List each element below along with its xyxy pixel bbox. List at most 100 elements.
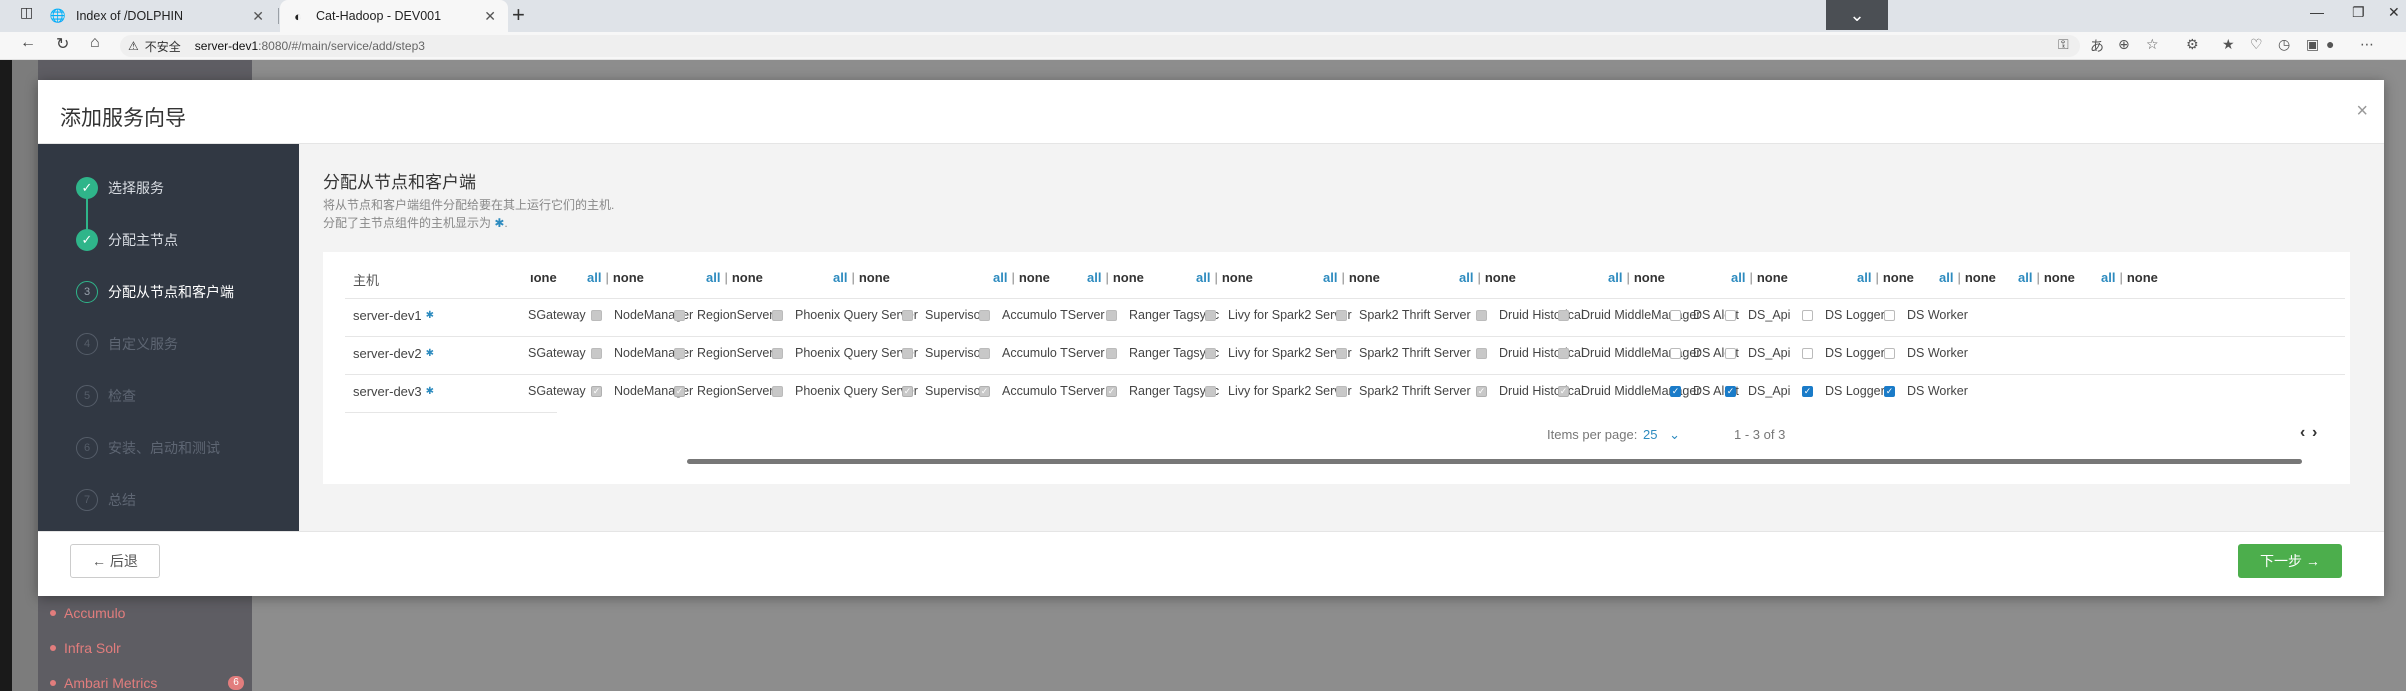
col-header-select-all-none: all | none (706, 270, 763, 285)
component-cell-ds-worker: DS Worker (1884, 346, 1968, 360)
select-all-link[interactable]: all (1196, 270, 1210, 285)
select-none-link[interactable]: none (613, 270, 644, 285)
step-assign-masters[interactable]: ✓ 分配主节点 (76, 229, 178, 251)
items-per-page-value: 25 (1643, 427, 1658, 442)
select-none-link[interactable]: none (1883, 270, 1914, 285)
select-all-link[interactable]: all (1857, 270, 1871, 285)
select-none-link[interactable]: none (2127, 270, 2158, 285)
component-checkbox[interactable] (1802, 309, 1813, 321)
select-none-link[interactable]: none (1485, 270, 1516, 285)
select-all-link[interactable]: all (1939, 270, 1953, 285)
select-all-link[interactable]: all (1731, 270, 1745, 285)
close-tab-icon[interactable]: ✕ (252, 8, 264, 25)
component-checkbox[interactable] (1670, 347, 1681, 359)
select-all-link[interactable]: all (1459, 270, 1473, 285)
component-checkbox (1106, 309, 1117, 321)
health-icon[interactable]: ♡ (2250, 36, 2263, 53)
prev-page-icon[interactable]: ‹ (2300, 424, 2305, 442)
component-checkbox[interactable]: ✓ (1725, 385, 1736, 397)
back-button[interactable]: ← 后退 (70, 544, 160, 578)
select-all-link[interactable]: all (706, 270, 720, 285)
minimize-icon[interactable]: — (2310, 4, 2324, 20)
component-cell-phoenix-query-server: Phoenix Query Server (772, 308, 918, 322)
avatar[interactable]: ● (2326, 36, 2334, 52)
select-none-link[interactable]: none (1019, 270, 1050, 285)
step-number: 4 (76, 333, 98, 355)
chevron-down-icon[interactable]: ⌄ (1826, 0, 1888, 30)
section-description-2: 分配了主节点组件的主机显示为 ✱. (323, 214, 508, 231)
select-none-link[interactable]: none (1113, 270, 1144, 285)
tab-cat-hadoop[interactable]: ◐ Cat-Hadoop - DEV001 ✕ (280, 0, 508, 32)
component-checkbox[interactable]: ✓ (1802, 385, 1813, 397)
modal-footer: ← 后退 下一步 → (38, 531, 2384, 596)
more-icon[interactable]: ⋯ (2360, 36, 2374, 53)
step-label: 检查 (108, 388, 136, 404)
component-label: Accumulo TServer (1002, 384, 1105, 398)
sidebar-toggle-icon[interactable]: ◫ (20, 4, 33, 21)
maximize-icon[interactable]: ❐ (2352, 4, 2365, 21)
component-label: Supervisor (925, 308, 985, 322)
collections-icon[interactable]: ▣ (2306, 36, 2319, 53)
select-none-link[interactable]: none (1757, 270, 1788, 285)
translate-icon[interactable]: あ (2090, 36, 2104, 56)
key-icon[interactable]: ⚿ (2058, 36, 2069, 53)
select-none-link[interactable]: none (2044, 270, 2075, 285)
component-checkbox[interactable] (1725, 347, 1736, 359)
select-all-link[interactable]: all (1087, 270, 1101, 285)
close-tab-icon[interactable]: ✕ (484, 8, 496, 25)
select-none-link[interactable]: none (1349, 270, 1380, 285)
address-input[interactable]: ⚠ 不安全 server-dev1 :8080/#/main/service/a… (120, 35, 2080, 57)
close-icon[interactable]: × (2356, 100, 2368, 123)
select-none-link[interactable]: none (1222, 270, 1253, 285)
tab-index-of-dolphin[interactable]: 🌐 Index of /DOLPHIN ✕ (40, 0, 276, 32)
select-all-link[interactable]: all (993, 270, 1007, 285)
select-none-link[interactable]: none (732, 270, 763, 285)
col-header-none-clipped[interactable]: ıone (530, 270, 557, 285)
component-checkbox[interactable] (1884, 347, 1895, 359)
history-icon[interactable]: ◷ (2278, 36, 2290, 53)
browser-icon: ◐ (294, 8, 302, 24)
component-label: Accumulo TServer (1002, 346, 1105, 360)
close-window-icon[interactable]: ✕ (2388, 4, 2400, 21)
sidebar-item-label: Ambari Metrics (64, 675, 158, 691)
refresh-icon[interactable]: ↻ (56, 34, 69, 54)
component-checkbox[interactable] (1884, 309, 1895, 321)
star-icon[interactable]: ☆ (2146, 36, 2159, 53)
select-all-link[interactable]: all (1608, 270, 1622, 285)
new-tab-icon[interactable]: + (512, 2, 525, 28)
next-button[interactable]: 下一步 → (2238, 544, 2342, 578)
sidebar-item-accumulo[interactable]: Accumulo (50, 605, 125, 621)
next-page-icon[interactable]: › (2312, 424, 2317, 442)
component-checkbox[interactable] (1670, 309, 1681, 321)
back-icon[interactable]: ← (20, 34, 36, 52)
step-select-services[interactable]: ✓ 选择服务 (76, 177, 164, 199)
component-checkbox: ✓ (979, 385, 990, 397)
zoom-icon[interactable]: ⊕ (2118, 36, 2130, 53)
select-none-link[interactable]: none (1965, 270, 1996, 285)
component-checkbox: ✓ (1558, 385, 1569, 397)
component-cell-ranger-tagsync: ✓ Ranger Tagsync (1106, 384, 1219, 398)
select-all-link[interactable]: all (1323, 270, 1337, 285)
select-none-link[interactable]: none (1634, 270, 1665, 285)
items-per-page-select[interactable]: 25 ⌄ (1643, 427, 1680, 443)
favorites-icon[interactable]: ★ (2222, 36, 2235, 53)
sidebar-item-infra-solr[interactable]: Infra Solr (50, 640, 121, 656)
select-none-link[interactable]: none (859, 270, 890, 285)
component-checkbox[interactable]: ✓ (1670, 385, 1681, 397)
component-checkbox (1476, 347, 1487, 359)
component-checkbox[interactable]: ✓ (1884, 385, 1895, 397)
select-all-link[interactable]: all (2101, 270, 2115, 285)
component-checkbox (591, 347, 602, 359)
component-checkbox[interactable] (1802, 347, 1813, 359)
home-icon[interactable]: ⌂ (90, 34, 100, 52)
extensions-icon[interactable]: ⚙ (2186, 36, 2199, 53)
host-cell-server-dev3: server-dev3 ✱ (353, 384, 434, 399)
sidebar-item-ambari-metrics[interactable]: Ambari Metrics (50, 675, 157, 691)
component-checkbox[interactable] (1725, 309, 1736, 321)
select-all-link[interactable]: all (2018, 270, 2032, 285)
component-checkbox: ✓ (1476, 385, 1487, 397)
select-all-link[interactable]: all (833, 270, 847, 285)
select-all-link[interactable]: all (587, 270, 601, 285)
component-label: SGateway (528, 384, 586, 398)
horizontal-scrollbar[interactable] (687, 459, 2302, 464)
